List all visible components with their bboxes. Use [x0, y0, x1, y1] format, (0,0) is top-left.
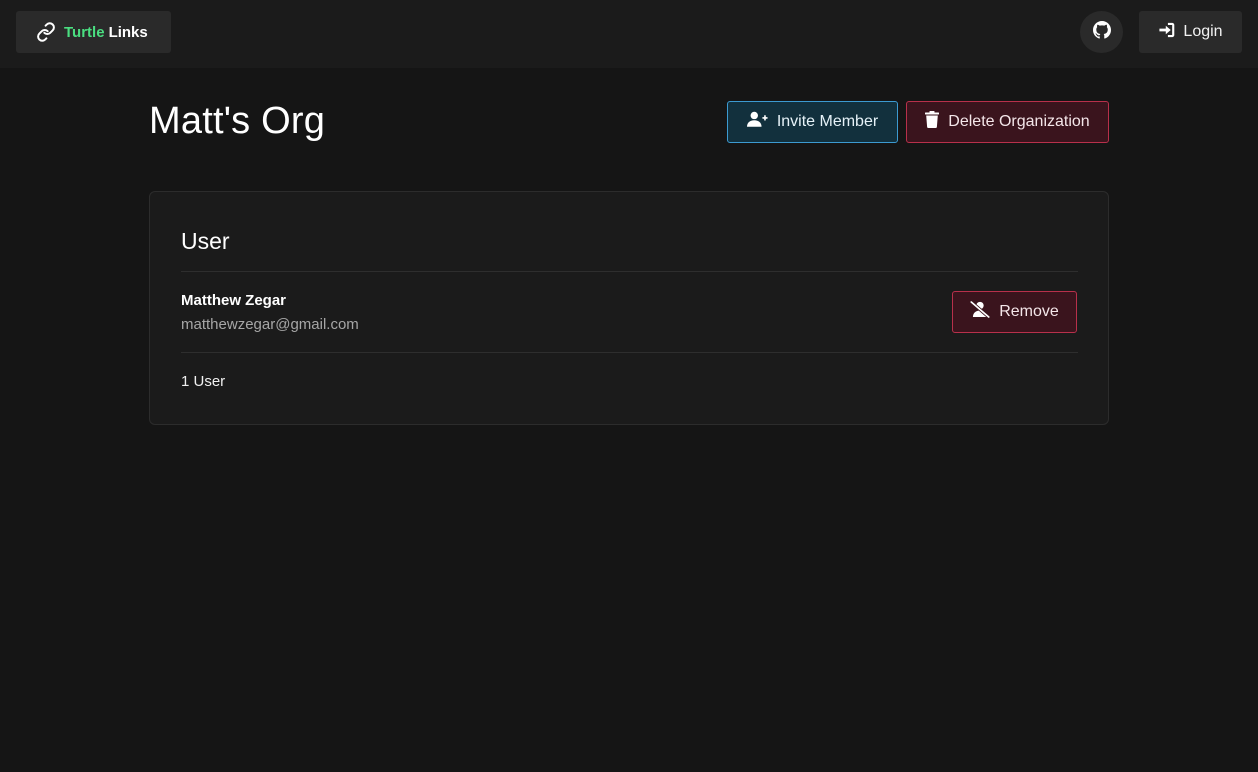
brand-name-links: Links [108, 23, 148, 41]
members-card: User Matthew Zegar matthewzegar@gmail.co… [149, 191, 1109, 425]
trash-icon [925, 111, 948, 133]
invite-member-label: Invite Member [776, 113, 879, 130]
user-plus-icon [746, 111, 777, 133]
divider [181, 352, 1078, 353]
delete-organization-button[interactable]: Delete Organization [906, 101, 1109, 143]
divider [181, 271, 1078, 272]
user-count: 1 User [181, 373, 226, 390]
page-title: Matt's Org [149, 100, 326, 142]
github-button[interactable] [1080, 11, 1123, 53]
member-email: matthewzegar@gmail.com [181, 316, 359, 333]
login-button[interactable]: Login [1139, 11, 1242, 53]
brand-home-link[interactable]: Turtle Links [16, 11, 171, 53]
login-label: Login [1183, 23, 1223, 40]
user-slash-icon [969, 300, 999, 323]
delete-organization-label: Delete Organization [948, 113, 1090, 130]
brand-name-turtle: Turtle [64, 23, 105, 41]
members-heading: User [181, 228, 230, 254]
link-icon [36, 22, 56, 42]
member-name: Matthew Zegar [181, 292, 287, 309]
github-icon [1092, 20, 1111, 44]
sign-in-icon [1158, 22, 1183, 43]
remove-member-label: Remove [999, 303, 1059, 320]
navbar: Turtle Links Login [0, 0, 1258, 68]
remove-member-button[interactable]: Remove [952, 291, 1077, 333]
invite-member-button[interactable]: Invite Member [727, 101, 898, 143]
